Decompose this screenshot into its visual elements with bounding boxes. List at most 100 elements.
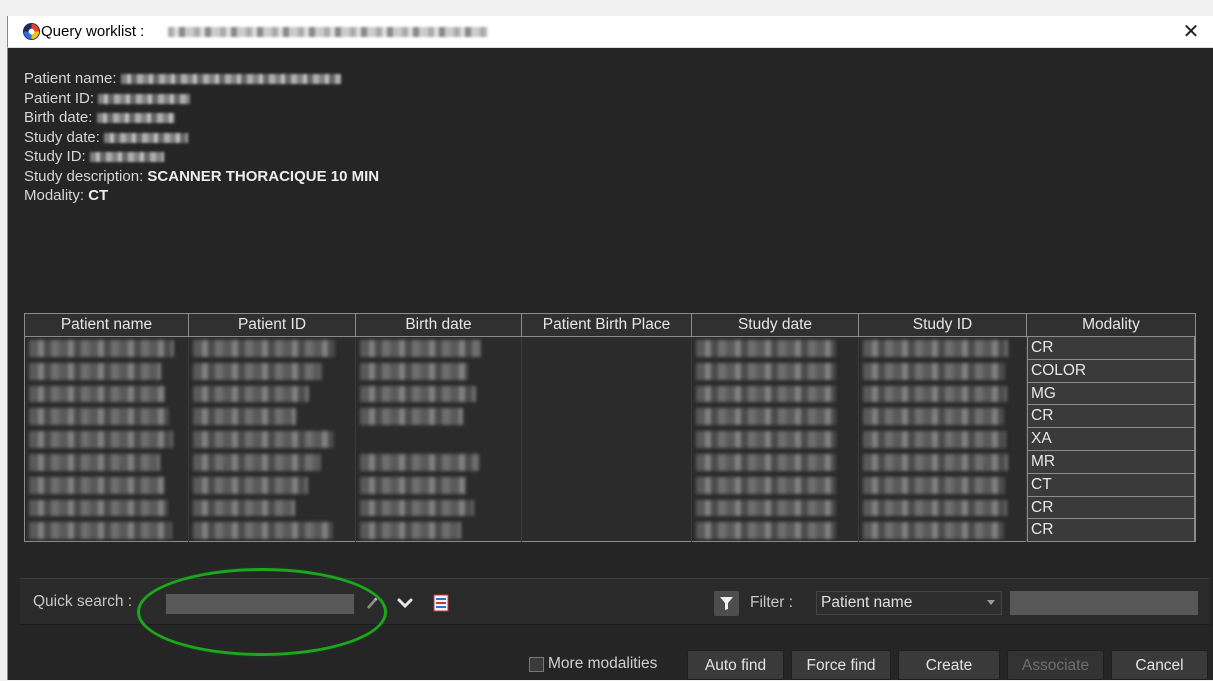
modality-cell: CR bbox=[1027, 496, 1195, 520]
table-cell-redacted bbox=[25, 337, 189, 360]
table-cell-redacted bbox=[189, 450, 356, 474]
redacted-value bbox=[863, 408, 1004, 426]
modality-cell: MR bbox=[1027, 450, 1195, 474]
filter-label: Filter : bbox=[750, 594, 794, 611]
create-button[interactable]: Create bbox=[898, 650, 1000, 680]
table-cell-redacted bbox=[692, 450, 859, 474]
column-header-study-date[interactable]: Study date bbox=[692, 314, 859, 337]
clear-search-icon[interactable] bbox=[362, 592, 380, 614]
table-cell-redacted bbox=[522, 359, 692, 383]
study-date-label: Study date: bbox=[24, 128, 100, 146]
table-cell-redacted bbox=[25, 519, 189, 543]
redacted-value bbox=[193, 476, 308, 494]
table-cell-redacted bbox=[859, 450, 1027, 474]
table-row[interactable]: MR bbox=[25, 450, 1195, 474]
table-cell-redacted bbox=[859, 382, 1027, 406]
table-row[interactable]: COLOR bbox=[25, 359, 1195, 383]
table-cell-redacted bbox=[189, 382, 356, 406]
modality-label: Modality: bbox=[24, 187, 85, 204]
window-title: Query worklist : bbox=[41, 23, 145, 40]
table-cell-redacted bbox=[859, 405, 1027, 429]
redacted-value bbox=[696, 385, 836, 403]
table-row[interactable]: MG bbox=[25, 382, 1195, 406]
redacted-value bbox=[360, 385, 476, 403]
study-description-value: SCANNER THORACIQUE 10 MIN bbox=[147, 167, 380, 185]
table-row[interactable]: CR bbox=[25, 496, 1195, 520]
table-cell-redacted bbox=[356, 450, 522, 474]
table-header: Patient name Patient ID Birth date Patie… bbox=[25, 314, 1195, 337]
birth-date-redacted bbox=[96, 113, 175, 124]
redacted-value bbox=[193, 362, 322, 380]
column-header-patient-name[interactable]: Patient name bbox=[25, 314, 189, 337]
column-header-patient-id[interactable]: Patient ID bbox=[189, 314, 356, 337]
table-cell-redacted bbox=[189, 405, 356, 429]
redacted-value bbox=[360, 340, 481, 357]
modality-value: CT bbox=[88, 187, 109, 204]
table-cell-redacted bbox=[189, 428, 356, 451]
redacted-value bbox=[360, 522, 461, 540]
redacted-value bbox=[696, 453, 836, 471]
redacted-value bbox=[360, 362, 468, 380]
redacted-value bbox=[360, 476, 466, 494]
table-cell-redacted bbox=[859, 428, 1027, 451]
filter-icon[interactable] bbox=[714, 591, 739, 616]
more-modalities-checkbox[interactable] bbox=[529, 657, 544, 672]
redacted-value bbox=[193, 431, 334, 448]
table-row[interactable]: CR bbox=[25, 405, 1195, 429]
associate-button: Associate bbox=[1007, 650, 1104, 680]
table-cell-redacted bbox=[859, 337, 1027, 360]
force-find-button[interactable]: Force find bbox=[791, 650, 891, 680]
study-description-label: Study description: bbox=[24, 167, 144, 185]
column-header-birth-place[interactable]: Patient Birth Place bbox=[522, 314, 692, 337]
table-cell-redacted bbox=[189, 519, 356, 543]
filter-field-select[interactable]: Patient name bbox=[816, 591, 1002, 615]
quick-search-input[interactable] bbox=[166, 594, 354, 614]
table-cell-redacted bbox=[692, 337, 859, 360]
close-button[interactable]: ✕ bbox=[1174, 18, 1208, 46]
auto-find-button[interactable]: Auto find bbox=[687, 650, 784, 680]
filter-input[interactable] bbox=[1010, 591, 1198, 615]
more-modalities-label[interactable]: More modalities bbox=[548, 655, 657, 673]
redacted-value bbox=[863, 362, 1005, 380]
table-cell-redacted bbox=[25, 405, 189, 429]
patient-name-label: Patient name: bbox=[24, 70, 117, 87]
redacted-value bbox=[29, 408, 169, 426]
redacted-value bbox=[863, 340, 1008, 357]
table-row[interactable]: XA bbox=[25, 428, 1195, 451]
modality-cell: CR bbox=[1027, 405, 1195, 429]
redacted-value bbox=[193, 522, 333, 540]
redacted-value bbox=[696, 340, 836, 357]
cancel-button[interactable]: Cancel bbox=[1111, 650, 1208, 680]
table-cell-redacted bbox=[859, 359, 1027, 383]
column-header-study-id[interactable]: Study ID bbox=[859, 314, 1027, 337]
table-row[interactable]: CR bbox=[25, 337, 1195, 360]
table-cell-redacted bbox=[25, 496, 189, 520]
redacted-value bbox=[696, 408, 836, 426]
chevron-down-icon[interactable] bbox=[396, 592, 414, 614]
table-row[interactable]: CR bbox=[25, 519, 1195, 543]
table-cell-redacted bbox=[25, 473, 189, 497]
birth-date-label: Birth date: bbox=[24, 109, 93, 126]
table-cell-redacted bbox=[189, 359, 356, 383]
redacted-value bbox=[360, 453, 479, 471]
list-icon[interactable] bbox=[433, 594, 449, 612]
redacted-value bbox=[29, 522, 172, 540]
table-cell-redacted bbox=[522, 337, 692, 360]
column-header-birth-date[interactable]: Birth date bbox=[356, 314, 522, 337]
table-row[interactable]: CT bbox=[25, 473, 1195, 497]
redacted-value bbox=[29, 476, 164, 494]
modality-cell: CR bbox=[1027, 337, 1195, 360]
table-cell-redacted bbox=[25, 450, 189, 474]
patient-id-label: Patient ID: bbox=[24, 89, 95, 107]
redacted-value bbox=[696, 522, 836, 540]
redacted-value bbox=[193, 499, 295, 517]
table-cell-redacted bbox=[692, 496, 859, 520]
table-cell-redacted bbox=[692, 519, 859, 543]
table-body: CR COLOR MG CR XA MR CT CR CR bbox=[25, 337, 1195, 543]
patient-name-redacted bbox=[120, 74, 341, 85]
redacted-value bbox=[863, 385, 1007, 403]
table-cell-redacted bbox=[522, 519, 692, 543]
redacted-value bbox=[29, 340, 174, 357]
column-header-modality[interactable]: Modality bbox=[1027, 314, 1195, 337]
table-cell-redacted bbox=[522, 450, 692, 474]
